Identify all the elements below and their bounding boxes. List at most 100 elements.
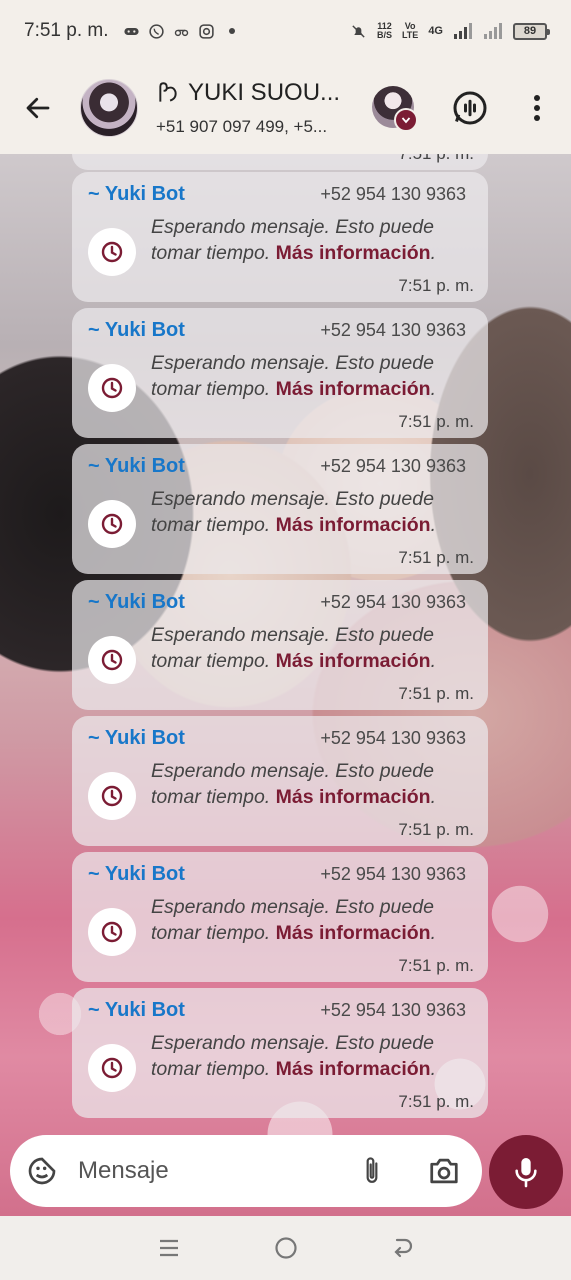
clock-icon xyxy=(101,513,123,535)
more-info-link[interactable]: Más información xyxy=(276,514,431,536)
sender-phone: +52 954 130 9363 xyxy=(320,320,466,340)
attach-button[interactable] xyxy=(354,1153,390,1189)
message-text: Esperando mensaje. Esto puede tomar tiem… xyxy=(151,486,471,538)
voice-chat-icon xyxy=(453,91,487,125)
message-bubble[interactable]: ~ Yuki Bot +52 954 130 9363 Esperando mens… xyxy=(72,308,488,438)
chat-participants: +51 907 097 499, +5... xyxy=(156,117,328,136)
more-info-link[interactable]: Más información xyxy=(276,650,431,672)
mute-bell-icon xyxy=(352,24,365,38)
more-vertical-icon xyxy=(534,95,540,121)
message-bubble[interactable]: ~ Yuki Bot +52 954 130 9363 Esperando mens… xyxy=(72,988,488,1118)
more-options-button[interactable] xyxy=(522,88,552,128)
message-bubble[interactable]: ~ Yuki Bot +52 954 130 9363 Esperando mens… xyxy=(72,172,488,302)
sender-name[interactable]: ~ Yuki Bot xyxy=(88,863,185,886)
message-time: 7:51 p. m. xyxy=(398,684,474,703)
title-symbol-icon xyxy=(159,82,177,102)
pending-indicator xyxy=(88,228,136,276)
message-input[interactable] xyxy=(78,1157,328,1185)
sender-phone: +52 954 130 9363 xyxy=(320,456,466,476)
message-bubble[interactable]: ~ Yuki Bot +52 954 130 9363 Esperando mens… xyxy=(72,580,488,710)
more-info-link[interactable]: Más información xyxy=(276,922,431,944)
message-text: Esperando mensaje. Esto puede tomar tiem… xyxy=(151,350,471,402)
group-avatar[interactable] xyxy=(80,79,138,137)
more-info-link[interactable]: Más información xyxy=(276,786,431,808)
camera-icon xyxy=(430,1158,458,1184)
message-end: . xyxy=(430,242,437,264)
recent-apps-button[interactable] xyxy=(149,1228,189,1268)
sender-name[interactable]: ~ Yuki Bot xyxy=(88,591,185,614)
paperclip-icon xyxy=(366,1157,378,1183)
sender-name[interactable]: ~ Yuki Bot xyxy=(88,727,185,750)
more-info-link[interactable]: Más información xyxy=(276,242,431,264)
sender-phone: +52 954 130 9363 xyxy=(320,864,466,884)
volte-bottom: LTE xyxy=(401,30,419,40)
signal-icon xyxy=(454,23,472,39)
system-back-button[interactable] xyxy=(383,1228,423,1268)
message-bubble[interactable]: ~ Yuki Bot +52 954 130 9363 Esperando mens… xyxy=(72,716,488,846)
game-controller-icon xyxy=(123,27,139,35)
back-button[interactable] xyxy=(18,88,58,128)
clock-icon xyxy=(101,1057,123,1079)
camera-button[interactable] xyxy=(424,1153,464,1189)
message-time: 7:51 p. m. xyxy=(398,412,474,431)
voice-chat-button[interactable] xyxy=(450,88,490,128)
notification-icons xyxy=(123,23,235,40)
message-text: Esperando mensaje. Esto puede tomar tiem… xyxy=(151,214,471,266)
network-type: 4G xyxy=(428,24,443,37)
pending-indicator xyxy=(88,1044,136,1092)
net-speed-unit: B/S xyxy=(376,30,392,40)
chat-info[interactable]: YUKI SUOU... +51 907 097 499, +5... xyxy=(156,79,356,137)
sender-phone: +52 954 130 9363 xyxy=(320,592,466,612)
message-end: . xyxy=(430,514,437,536)
home-circle-icon xyxy=(274,1237,297,1259)
home-button[interactable] xyxy=(266,1228,306,1268)
message-bubble[interactable]: ~ Yuki Bot +52 954 130 9363 Esperando mens… xyxy=(72,852,488,982)
message-end: . xyxy=(430,1058,437,1080)
message-time: 7:51 p. m. xyxy=(398,1092,474,1111)
sender-name[interactable]: ~ Yuki Bot xyxy=(88,183,185,206)
message-text: Esperando mensaje. Esto puede tomar tiem… xyxy=(151,758,471,810)
more-info-link[interactable]: Más información xyxy=(276,378,431,400)
clock-icon xyxy=(101,921,123,943)
signal-icon-2 xyxy=(484,23,502,39)
battery-indicator: 89 xyxy=(513,22,550,40)
net-speed: 112 B/S xyxy=(377,22,392,40)
instagram-icon xyxy=(198,23,214,39)
message-text: Esperando mensaje. Esto puede tomar tiem… xyxy=(151,622,471,674)
message-time: 7:51 p. m. xyxy=(398,154,474,164)
message-bubble[interactable]: ~ Yuki Bot +52 954 130 9363 Esperando mens… xyxy=(72,444,488,574)
status-time: 7:51 p. m. xyxy=(24,20,109,41)
battery-level: 89 xyxy=(523,25,537,37)
message-end: . xyxy=(430,650,437,672)
message-end: . xyxy=(430,922,437,944)
message-bubble-partial[interactable]: 7:51 p. m. xyxy=(72,154,488,170)
message-time: 7:51 p. m. xyxy=(398,820,474,839)
more-notifications-dot xyxy=(228,28,235,34)
pending-indicator xyxy=(88,364,136,412)
message-end: . xyxy=(430,786,437,808)
sender-name[interactable]: ~ Yuki Bot xyxy=(88,455,185,478)
message-time: 7:51 p. m. xyxy=(398,548,474,567)
pending-indicator xyxy=(88,636,136,684)
message-composer xyxy=(10,1135,482,1207)
pending-indicator xyxy=(88,500,136,548)
more-info-link[interactable]: Más información xyxy=(276,1058,431,1080)
sticker-button[interactable] xyxy=(24,1153,60,1189)
message-text: Esperando mensaje. Esto puede tomar tiem… xyxy=(151,894,471,946)
sender-phone: +52 954 130 9363 xyxy=(320,184,466,204)
message-text: Esperando mensaje. Esto puede tomar tiem… xyxy=(151,1030,471,1082)
message-end: . xyxy=(430,378,437,400)
chat-title-text: YUKI SUOU... xyxy=(188,79,341,106)
community-badge xyxy=(394,108,418,132)
voice-record-button[interactable] xyxy=(489,1135,563,1209)
return-arrow-icon xyxy=(393,1238,412,1258)
pending-indicator xyxy=(88,908,136,956)
arrow-left-icon xyxy=(26,97,50,119)
sender-name[interactable]: ~ Yuki Bot xyxy=(88,999,185,1022)
microphone-icon xyxy=(515,1158,537,1188)
chevron-down-icon xyxy=(401,117,411,124)
sender-phone: +52 954 130 9363 xyxy=(320,1000,466,1020)
chat-area[interactable]: 7:51 p. m. ~ Yuki Bot +52 954 130 9363 Esp… xyxy=(0,154,571,1216)
sender-name[interactable]: ~ Yuki Bot xyxy=(88,319,185,342)
volte-indicator: Vo LTE xyxy=(402,22,418,40)
